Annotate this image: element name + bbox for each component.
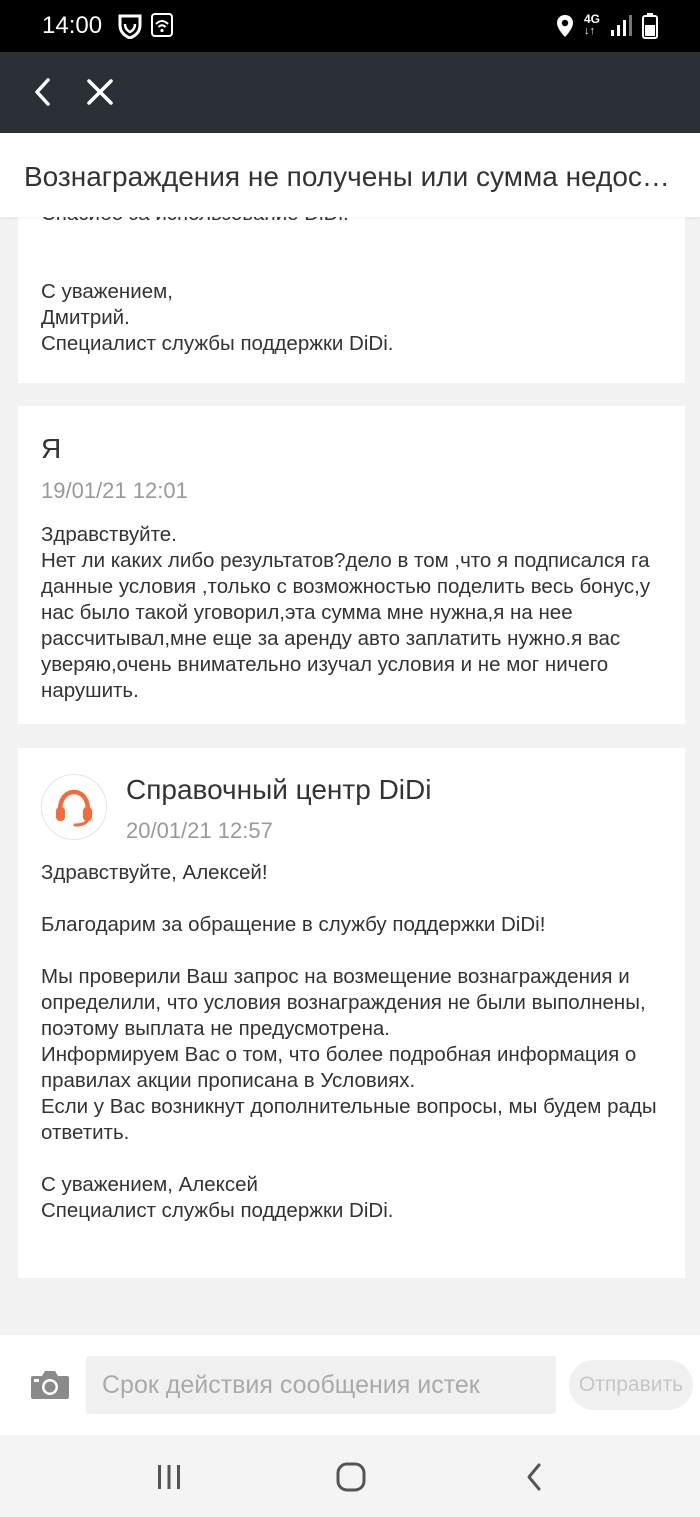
recent-apps-button[interactable] [147, 1455, 191, 1499]
message-author: Справочный центр DiDi [126, 774, 432, 805]
back-icon [527, 1463, 541, 1491]
headset-icon [56, 789, 92, 827]
message-input[interactable] [86, 1356, 556, 1414]
wifi-icon [151, 13, 173, 41]
message-card-support: Справочный центр DiDi 20/01/21 12:57 Здр… [18, 748, 685, 1278]
camera-icon [31, 1371, 69, 1399]
message-time: 20/01/21 12:57 [126, 818, 273, 843]
send-button[interactable]: Отправить [569, 1360, 693, 1410]
message-time: 19/01/21 12:01 [41, 478, 188, 503]
network-label: 4G [584, 12, 601, 26]
support-avatar [41, 774, 107, 840]
nav-bar [0, 52, 700, 133]
message-card-user: Я 19/01/21 12:01 Здравствуйте. Нет ли ка… [18, 406, 685, 724]
chevron-left-icon [35, 78, 50, 106]
recent-apps-icon [158, 1465, 180, 1489]
message-body: Здравствуйте, Алексей! Благодарим за обр… [41, 861, 657, 1222]
status-time: 14:00 [42, 12, 103, 39]
home-icon [336, 1462, 366, 1492]
input-bar: Отправить [0, 1335, 700, 1435]
location-icon [556, 14, 574, 42]
system-back-button[interactable] [512, 1455, 556, 1499]
camera-button[interactable] [30, 1368, 70, 1404]
message-body: Здравствуйте. Нет ли каких либо результа… [41, 523, 651, 702]
status-bar: 14:00 4G ↓↑ [0, 0, 700, 52]
system-navigation-bar [0, 1435, 700, 1517]
network-type: 4G ↓↑ [584, 12, 601, 37]
home-button[interactable] [329, 1455, 373, 1499]
battery-icon [642, 13, 658, 43]
page-title: Вознаграждения не получены или сумма нед… [24, 161, 674, 192]
message-body: Спасибо за использование DiDi. С уважени… [41, 202, 394, 355]
back-button[interactable] [22, 72, 62, 112]
title-bar: Вознаграждения не получены или сумма нед… [0, 133, 700, 217]
message-thread[interactable]: Спасибо за использование DiDi. С уважени… [0, 133, 700, 1335]
shield-icon [118, 13, 142, 43]
close-icon [87, 79, 113, 105]
close-button[interactable] [80, 72, 120, 112]
signal-icon [610, 15, 632, 41]
message-author: Я [41, 433, 62, 464]
